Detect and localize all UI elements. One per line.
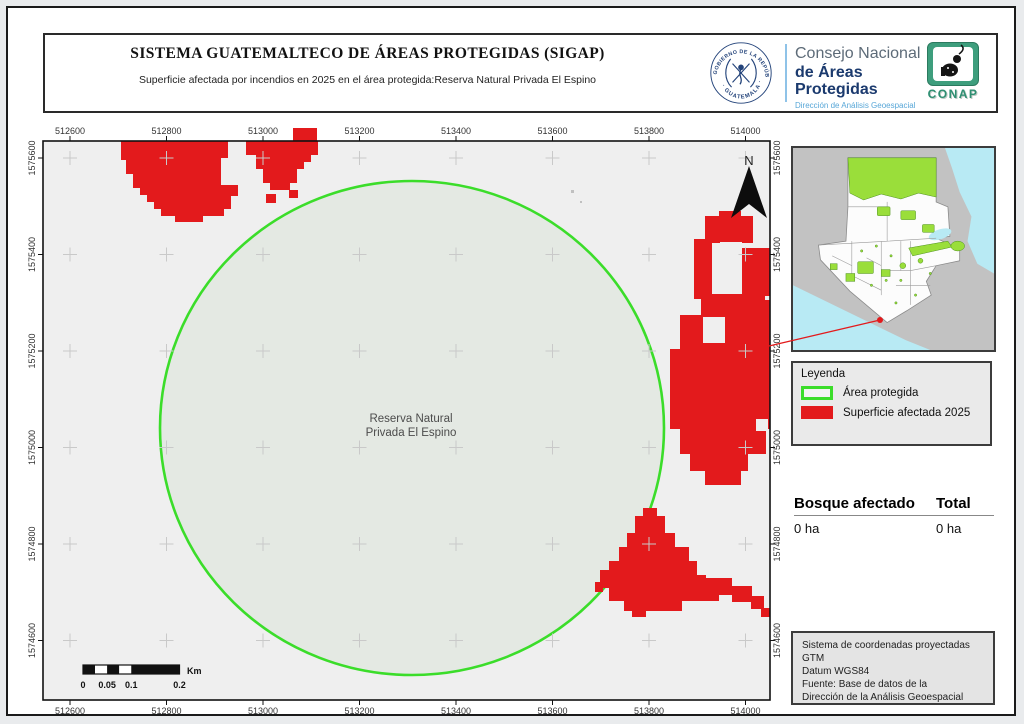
x-axis-label-top: 512800 bbox=[151, 126, 181, 136]
area-label-line1: Reserva Natural bbox=[369, 413, 452, 425]
x-axis-label-bottom: 512600 bbox=[55, 706, 85, 716]
conap-label: CONAP bbox=[923, 87, 983, 101]
org-line3: Dirección de Análisis Geoespacial bbox=[795, 102, 945, 110]
government-seal-icon: GOBIERNO DE LA REPÚBLICA · GUATEMALA · bbox=[708, 40, 774, 106]
page-title: SISTEMA GUATEMALTECO DE ÁREAS PROTEGIDAS… bbox=[45, 45, 690, 63]
conap-emblem-icon bbox=[927, 42, 979, 86]
map-sheet-page: SISTEMA GUATEMALTECO DE ÁREAS PROTEGIDAS… bbox=[0, 0, 1024, 724]
x-axis-label-bottom: 513400 bbox=[441, 706, 471, 716]
conap-logo: CONAP bbox=[923, 42, 983, 101]
y-axis-label-right: 1575200 bbox=[772, 333, 782, 368]
x-axis-label-bottom: 513600 bbox=[537, 706, 567, 716]
summary-col-header: Bosque afectado bbox=[794, 495, 915, 512]
y-axis-label-left: 1575400 bbox=[27, 237, 37, 272]
header-divider bbox=[785, 44, 787, 102]
y-axis-label-right: 1575400 bbox=[772, 237, 782, 272]
y-axis-label-right: 1575000 bbox=[772, 430, 782, 465]
sheet-border: SISTEMA GUATEMALTECO DE ÁREAS PROTEGIDAS… bbox=[6, 6, 1016, 716]
y-axis-label-right: 1575600 bbox=[772, 140, 782, 175]
area-label-line2: Privada El Espino bbox=[366, 427, 457, 439]
x-axis-label-bottom: 513000 bbox=[248, 706, 278, 716]
x-axis-label-top: 513200 bbox=[344, 126, 374, 136]
credit-line: Dirección de la Análisis Geoespacial bbox=[802, 691, 984, 704]
svg-text:N: N bbox=[744, 153, 753, 168]
credit-line: Datum WGS84 bbox=[802, 665, 984, 678]
y-axis-label-left: 1574800 bbox=[27, 526, 37, 561]
x-axis-label-bottom: 514000 bbox=[730, 706, 760, 716]
affected-area-swatch bbox=[801, 406, 833, 419]
x-axis-label-top: 513400 bbox=[441, 126, 471, 136]
protected-area-swatch bbox=[801, 386, 833, 400]
x-axis-label-top: 513600 bbox=[537, 126, 567, 136]
header-box: SISTEMA GUATEMALTECO DE ÁREAS PROTEGIDAS… bbox=[43, 33, 998, 113]
y-axis-label-left: 1575000 bbox=[27, 430, 37, 465]
credit-line: GTM bbox=[802, 652, 984, 665]
main-map: Reserva Natural Privada El Espino 512600… bbox=[8, 118, 788, 724]
affected-forest-summary: Bosque afectado Total 0 ha 0 ha bbox=[794, 495, 994, 536]
x-axis-label-top: 513000 bbox=[248, 126, 278, 136]
x-axis-label-top: 512600 bbox=[55, 126, 85, 136]
y-axis-label-left: 1575600 bbox=[27, 140, 37, 175]
legend-title: Leyenda bbox=[801, 368, 982, 380]
credit-line: Fuente: Base de datos de la bbox=[802, 678, 984, 691]
x-axis-label-bottom: 513800 bbox=[634, 706, 664, 716]
scale-label: 0.1 bbox=[125, 680, 138, 690]
page-subtitle: Superficie afectada por incendios en 202… bbox=[45, 74, 690, 86]
x-axis-label-bottom: 512800 bbox=[151, 706, 181, 716]
scale-label: 0.2 bbox=[173, 680, 186, 690]
legend-item-protected: Área protegida bbox=[801, 386, 982, 400]
scale-unit-label: Km bbox=[187, 666, 202, 676]
scale-label: 0.05 bbox=[98, 680, 116, 690]
summary-col-value: 0 ha bbox=[794, 521, 819, 536]
y-axis-label-right: 1574600 bbox=[772, 623, 782, 658]
x-axis-label-top: 514000 bbox=[730, 126, 760, 136]
x-axis-label-top: 513800 bbox=[634, 126, 664, 136]
legend-item-affected: Superficie afectada 2025 bbox=[801, 406, 982, 419]
credits-box: Sistema de coordenadas proyectadas GTM D… bbox=[791, 631, 995, 705]
summary-total-value: 0 ha bbox=[936, 521, 994, 536]
y-axis-label-left: 1574600 bbox=[27, 623, 37, 658]
legend: Leyenda Área protegida Superficie afecta… bbox=[791, 361, 992, 446]
scale-label: 0 bbox=[80, 680, 85, 690]
summary-total-header: Total bbox=[936, 495, 994, 512]
credit-line: Sistema de coordenadas proyectadas bbox=[802, 639, 984, 652]
title-block: SISTEMA GUATEMALTECO DE ÁREAS PROTEGIDAS… bbox=[45, 45, 690, 86]
overview-minimap bbox=[791, 146, 996, 352]
y-axis-label-left: 1575200 bbox=[27, 333, 37, 368]
x-axis-label-bottom: 513200 bbox=[344, 706, 374, 716]
guatemala-overview-map bbox=[793, 148, 994, 350]
y-axis-label-right: 1574800 bbox=[772, 526, 782, 561]
